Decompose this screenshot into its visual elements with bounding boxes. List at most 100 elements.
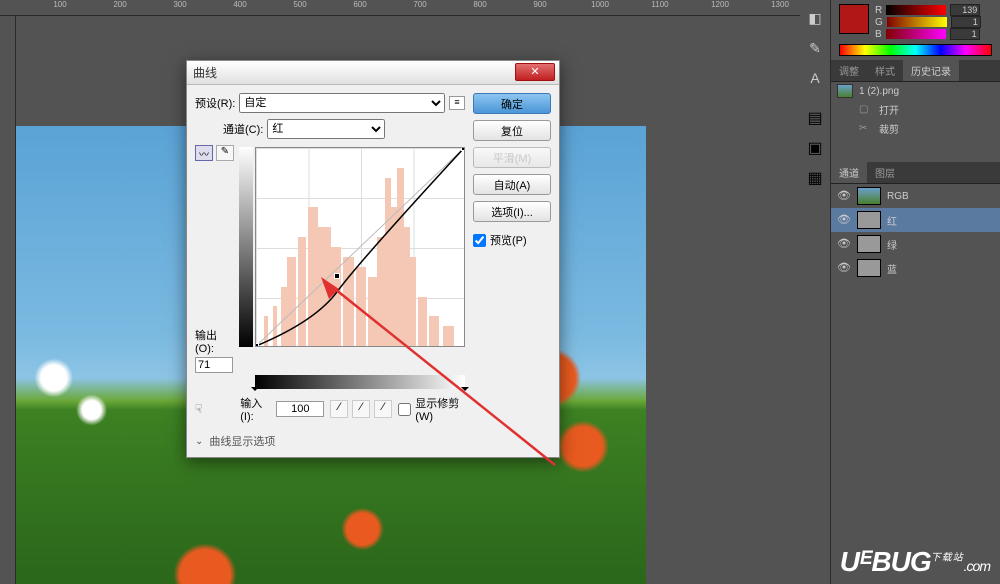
vertical-ruler xyxy=(0,16,16,584)
visibility-icon[interactable]: 👁 xyxy=(837,213,851,227)
tab-history[interactable]: 历史记录 xyxy=(903,60,959,81)
curve-point-black[interactable] xyxy=(255,343,259,347)
text-icon[interactable]: A xyxy=(805,68,825,88)
right-panels: R G B 调整 样式 历史记录 xyxy=(830,0,1000,584)
tab-layers[interactable]: 图层 xyxy=(867,162,903,183)
tab-adjust[interactable]: 调整 xyxy=(831,60,867,81)
show-clipping-label: 显示修剪(W) xyxy=(415,395,465,423)
close-button[interactable]: ✕ xyxy=(515,63,555,81)
input-input[interactable] xyxy=(276,401,324,417)
color-panel: R G B xyxy=(831,0,1000,60)
b-label: B xyxy=(875,29,882,40)
channel-thumb-icon xyxy=(857,235,881,253)
r-slider[interactable] xyxy=(886,5,946,15)
show-clipping-checkbox[interactable] xyxy=(398,403,411,416)
channel-thumb-icon xyxy=(857,211,881,229)
chevron-icon: ⌄ xyxy=(195,436,203,447)
paths-icon[interactable]: ▣ xyxy=(807,138,822,158)
ruler-tick: 1100 xyxy=(651,0,668,9)
smooth-button: 平滑(M) xyxy=(473,147,551,168)
ok-button[interactable]: 确定 xyxy=(473,93,551,114)
ruler-tick: 200 xyxy=(113,0,126,9)
input-gradient[interactable] xyxy=(255,375,465,389)
hand-adjust-icon[interactable]: ☟ xyxy=(195,402,210,416)
g-slider[interactable] xyxy=(887,17,947,27)
curve-point[interactable] xyxy=(334,273,340,279)
spectrum-bar[interactable] xyxy=(839,44,992,56)
history-panel: 1 (2).png ▢ 打开 ✂ 裁剪 xyxy=(831,82,1000,138)
input-label: 输入(I): xyxy=(240,395,270,423)
dialog-title: 曲线 xyxy=(193,64,217,81)
curve-graph[interactable] xyxy=(255,147,465,347)
doc-thumb-icon xyxy=(837,84,853,98)
b-input[interactable] xyxy=(950,28,980,40)
channel-item-red[interactable]: 👁 红 xyxy=(831,208,1000,232)
white-slider-icon[interactable] xyxy=(461,387,469,395)
preview-checkbox[interactable] xyxy=(473,234,486,247)
channel-item-blue[interactable]: 👁 蓝 xyxy=(831,256,1000,280)
channel-label-text: 通道(C): xyxy=(223,121,263,137)
tool-strip-2: ▤ ▣ ▦ xyxy=(800,100,830,220)
ruler-tick: 1000 xyxy=(591,0,609,9)
brush-icon[interactable]: ✎ xyxy=(805,38,825,58)
curve-mode-pencil-icon[interactable]: ✎ xyxy=(216,145,234,161)
channel-label: RGB xyxy=(887,191,909,202)
layers-icon[interactable]: ▤ xyxy=(807,108,822,128)
ruler-tick: 1200 xyxy=(711,0,729,9)
curves-dialog[interactable]: 曲线 ✕ 预设(R): 自定 ≡ 通道(C): 红 〰 ✎ xyxy=(186,60,560,458)
history-doc-name: 1 (2).png xyxy=(859,86,899,97)
visibility-icon[interactable]: 👁 xyxy=(837,237,851,251)
white-eyedropper-icon[interactable]: ⁄ xyxy=(374,400,392,418)
history-item[interactable]: ✂ 裁剪 xyxy=(831,119,1000,138)
ruler-tick: 300 xyxy=(173,0,186,9)
ruler-tick: 900 xyxy=(533,0,546,9)
channel-thumb-icon xyxy=(857,259,881,277)
ruler-tick: 800 xyxy=(473,0,486,9)
watermark: UᴱBUG下载站.com xyxy=(840,546,990,578)
visibility-icon[interactable]: 👁 xyxy=(837,261,851,275)
dialog-body: 预设(R): 自定 ≡ 通道(C): 红 〰 ✎ 输出(O): xyxy=(187,85,559,457)
history-item[interactable]: ▢ 打开 xyxy=(831,100,1000,119)
preset-select[interactable]: 自定 xyxy=(239,93,445,113)
output-gradient xyxy=(239,147,253,347)
options-button[interactable]: 选项(I)... xyxy=(473,201,551,222)
gray-eyedropper-icon[interactable]: ⁄ xyxy=(352,400,370,418)
history-label: 打开 xyxy=(879,102,899,117)
history-doc[interactable]: 1 (2).png xyxy=(831,82,1000,100)
black-eyedropper-icon[interactable]: ⁄ xyxy=(330,400,348,418)
preset-menu-icon[interactable]: ≡ xyxy=(449,96,465,110)
reset-button[interactable]: 复位 xyxy=(473,120,551,141)
channel-label: 蓝 xyxy=(887,261,897,276)
channel-label: 绿 xyxy=(887,237,897,252)
preset-label: 预设(R): xyxy=(195,95,235,111)
info-icon[interactable]: ▦ xyxy=(807,168,822,188)
visibility-icon[interactable]: 👁 xyxy=(837,189,851,203)
auto-button[interactable]: 自动(A) xyxy=(473,174,551,195)
ruler-tick: 400 xyxy=(233,0,246,9)
channel-select[interactable]: 红 xyxy=(267,119,385,139)
black-slider-icon[interactable] xyxy=(251,387,259,395)
channel-item-rgb[interactable]: 👁 RGB xyxy=(831,184,1000,208)
ruler-tick: 700 xyxy=(413,0,426,9)
dialog-titlebar[interactable]: 曲线 ✕ xyxy=(187,61,559,85)
tab-style[interactable]: 样式 xyxy=(867,60,903,81)
swatches-icon[interactable]: ◧ xyxy=(805,8,825,28)
channel-item-green[interactable]: 👁 绿 xyxy=(831,232,1000,256)
curve-mode-point-icon[interactable]: 〰 xyxy=(195,145,213,161)
foreground-swatch[interactable] xyxy=(839,4,869,34)
history-label: 裁剪 xyxy=(879,121,899,136)
b-slider[interactable] xyxy=(886,29,946,39)
r-input[interactable] xyxy=(950,4,980,16)
g-input[interactable] xyxy=(951,16,981,28)
curve-point-white[interactable] xyxy=(461,147,465,151)
output-row: 输出(O): xyxy=(195,327,235,355)
display-options-toggle[interactable]: ⌄ 曲线显示选项 xyxy=(195,433,465,449)
ruler-tick: 1300 xyxy=(771,0,789,9)
output-input[interactable] xyxy=(195,357,233,373)
history-tabs: 调整 样式 历史记录 xyxy=(831,60,1000,82)
r-label: R xyxy=(875,5,882,16)
channel-thumb-icon xyxy=(857,187,881,205)
tab-channels[interactable]: 通道 xyxy=(831,162,867,183)
channels-panel: 通道 图层 👁 RGB 👁 红 👁 绿 👁 蓝 xyxy=(831,162,1000,280)
output-label: 输出(O): xyxy=(195,327,235,355)
